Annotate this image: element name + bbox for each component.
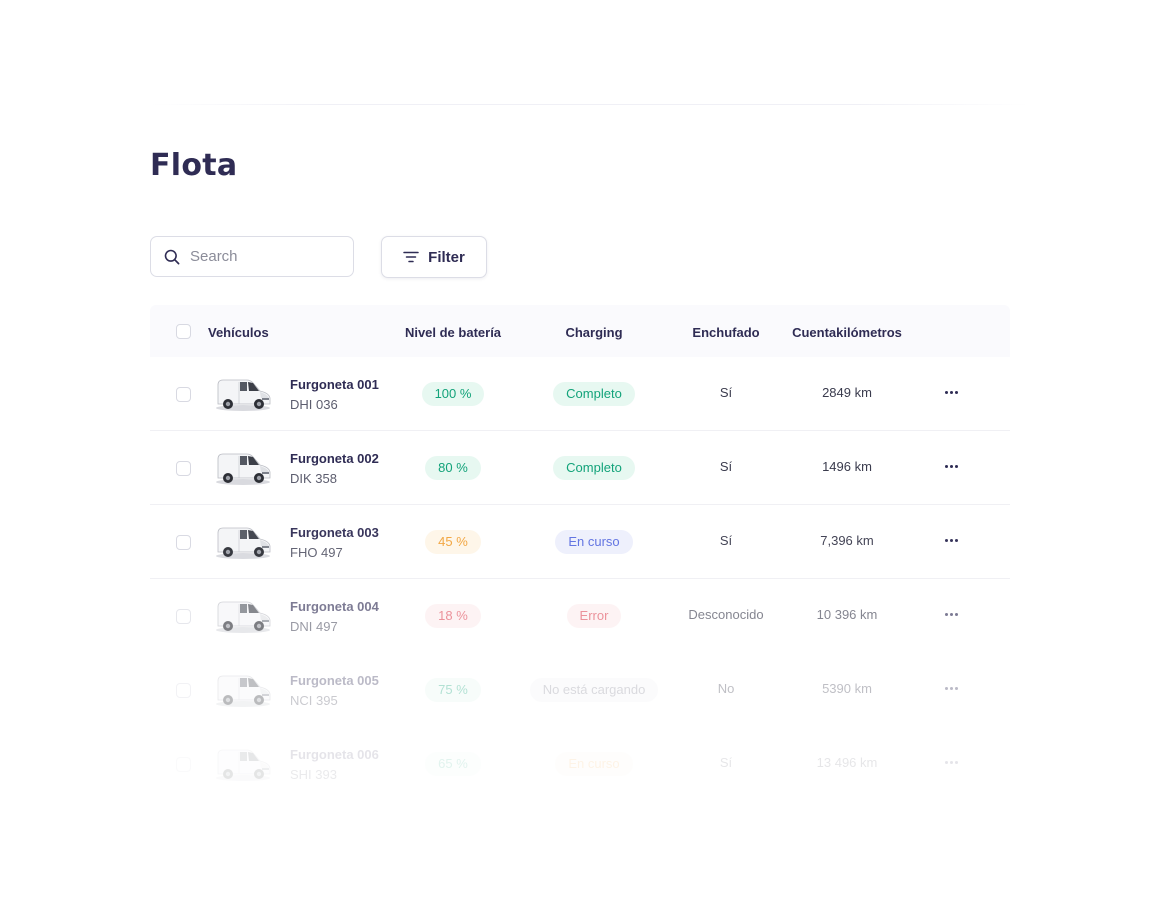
battery-badge: 18 %: [425, 604, 481, 628]
odometer-value: 7,396 km: [820, 533, 874, 548]
row-checkbox[interactable]: [176, 461, 191, 476]
row-checkbox[interactable]: [176, 535, 191, 550]
top-divider: [150, 104, 1030, 105]
vehicle-plate: FHO 497: [290, 545, 343, 560]
charging-cell: Error: [513, 604, 675, 628]
battery-badge: 80 %: [425, 456, 481, 480]
table-row[interactable]: Furgoneta 001 DHI 036 100 % Completo Sí …: [150, 357, 1010, 431]
filter-label: Filter: [428, 248, 465, 266]
charging-cell: Completo: [513, 456, 675, 480]
table-row[interactable]: Furgoneta 003 FHO 497 45 % En curso Sí 7…: [150, 505, 1010, 579]
more-options-icon[interactable]: [940, 457, 962, 475]
odometer-value: 10 396 km: [816, 607, 878, 622]
row-checkbox[interactable]: [176, 387, 191, 402]
search-input[interactable]: [188, 247, 342, 266]
battery-badge: 100 %: [421, 382, 485, 406]
select-all-checkbox[interactable]: [176, 324, 191, 339]
column-header-charging[interactable]: Charging: [513, 325, 675, 340]
more-options-icon[interactable]: [940, 605, 962, 623]
charging-status-badge: En curso: [555, 530, 633, 554]
more-options-icon[interactable]: [940, 383, 962, 401]
van-image: [213, 741, 273, 785]
charging-status-badge: Error: [566, 604, 622, 628]
battery-badge: 75 %: [425, 678, 481, 702]
vehicle-plate: DNI 497: [290, 619, 338, 634]
column-header-odometer[interactable]: Cuentakilómetros: [772, 325, 922, 340]
column-header-vehicles[interactable]: Vehículos: [208, 325, 269, 340]
row-checkbox[interactable]: [176, 609, 191, 624]
page-title: Flota: [150, 148, 238, 183]
more-options-icon[interactable]: [940, 531, 962, 549]
vehicle-name[interactable]: Furgoneta 005: [290, 673, 379, 688]
odometer-value: 1496 km: [822, 459, 872, 474]
plugged-value: Desconocido: [688, 607, 764, 622]
charging-status-badge: En curso: [555, 752, 633, 776]
van-image: [213, 445, 273, 489]
vehicle-plate: SHI 393: [290, 767, 337, 782]
table-header: Vehículos Nivel de batería Charging Ench…: [150, 305, 1010, 357]
vehicle-name[interactable]: Furgoneta 004: [290, 599, 379, 614]
column-header-plugged[interactable]: Enchufado: [666, 325, 786, 340]
plugged-value: No: [717, 681, 735, 696]
search-icon: [163, 248, 181, 266]
vehicle-plate: NCI 395: [290, 693, 338, 708]
table-row[interactable]: Furgoneta 006 SHI 393 65 % En curso Sí 1…: [150, 727, 1010, 801]
battery-badge: 65 %: [425, 752, 481, 776]
filter-button[interactable]: Filter: [381, 236, 487, 278]
more-options-icon[interactable]: [940, 753, 962, 771]
plugged-value: Sí: [719, 459, 733, 474]
charging-status-badge: No está cargando: [529, 678, 659, 702]
fleet-table: Vehículos Nivel de batería Charging Ench…: [150, 305, 1010, 801]
vehicle-name[interactable]: Furgoneta 003: [290, 525, 379, 540]
van-image: [213, 593, 273, 637]
vehicle-plate: DIK 358: [290, 471, 337, 486]
more-options-icon[interactable]: [940, 679, 962, 697]
charging-cell: En curso: [513, 530, 675, 554]
filter-icon: [403, 250, 419, 264]
plugged-value: Sí: [719, 755, 733, 770]
plugged-value: Sí: [719, 385, 733, 400]
odometer-value: 2849 km: [822, 385, 872, 400]
table-row[interactable]: Furgoneta 004 DNI 497 18 % Error Descono…: [150, 579, 1010, 653]
charging-status-badge: Completo: [553, 382, 635, 406]
vehicle-name[interactable]: Furgoneta 006: [290, 747, 379, 762]
vehicle-plate: DHI 036: [290, 397, 338, 412]
van-image: [213, 371, 273, 415]
battery-badge: 45 %: [425, 530, 481, 554]
odometer-value: 13 496 km: [816, 755, 878, 770]
search-field[interactable]: [150, 236, 354, 277]
table-row[interactable]: Furgoneta 002 DIK 358 80 % Completo Sí 1…: [150, 431, 1010, 505]
charging-cell: En curso: [513, 752, 675, 776]
plugged-value: Sí: [719, 533, 733, 548]
van-image: [213, 667, 273, 711]
table-body: Furgoneta 001 DHI 036 100 % Completo Sí …: [150, 357, 1010, 801]
vehicle-name[interactable]: Furgoneta 001: [290, 377, 379, 392]
table-row[interactable]: Furgoneta 005 NCI 395 75 % No está carga…: [150, 653, 1010, 727]
row-checkbox[interactable]: [176, 683, 191, 698]
odometer-value: 5390 km: [822, 681, 872, 696]
van-image: [213, 519, 273, 563]
vehicle-name[interactable]: Furgoneta 002: [290, 451, 379, 466]
charging-cell: No está cargando: [513, 678, 675, 702]
row-checkbox[interactable]: [176, 757, 191, 772]
charging-status-badge: Completo: [553, 456, 635, 480]
charging-cell: Completo: [513, 382, 675, 406]
